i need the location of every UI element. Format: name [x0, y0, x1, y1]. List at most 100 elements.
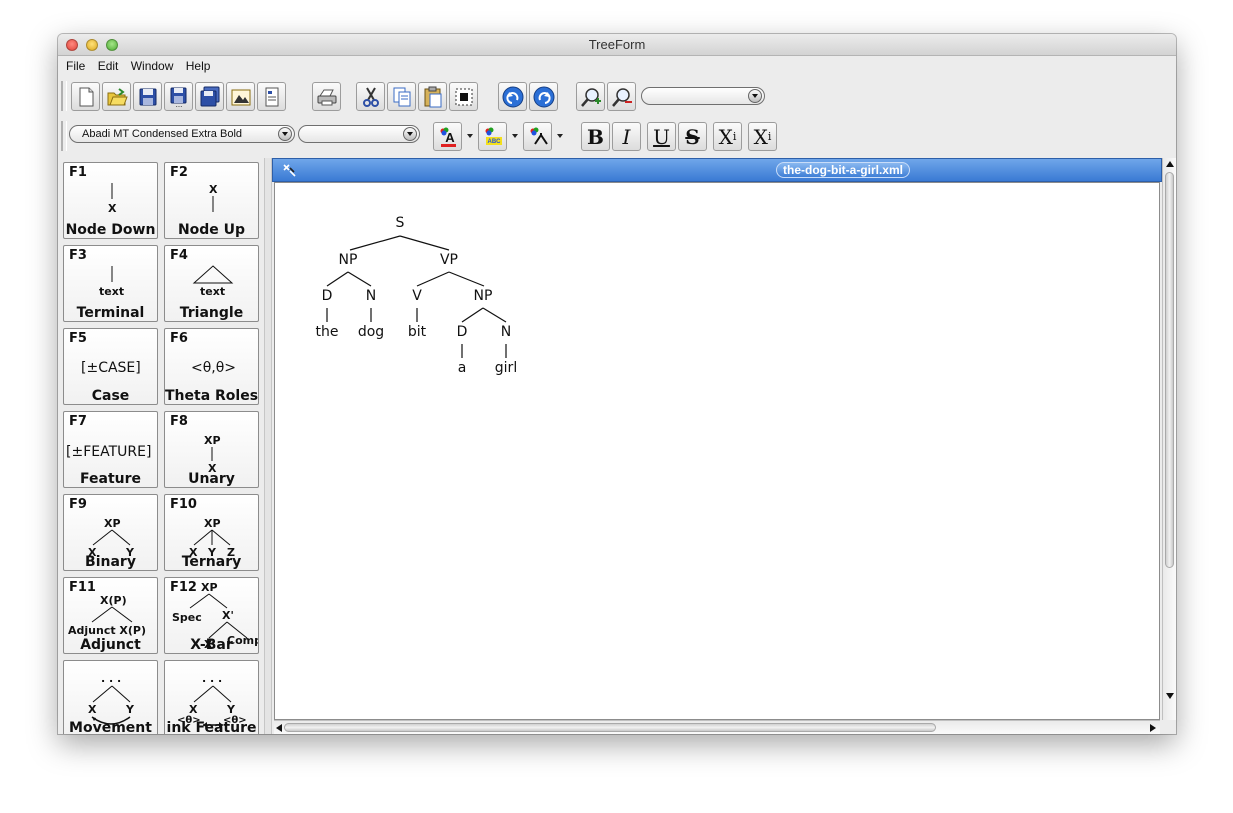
zoom-combo[interactable] — [641, 87, 765, 105]
save-button[interactable] — [133, 82, 162, 111]
select-button[interactable] — [449, 82, 478, 111]
palette-node-down[interactable]: F1 X Node Down — [63, 162, 158, 239]
svg-text:X: X — [108, 202, 117, 215]
node-d: D — [322, 288, 333, 304]
svg-text:Spec: Spec — [172, 611, 202, 624]
font-family-combo[interactable]: Abadi MT Condensed Extra Bold — [69, 125, 295, 143]
zoom-out-button[interactable] — [607, 82, 636, 111]
print-button[interactable] — [312, 82, 341, 111]
export-image-icon — [231, 89, 250, 105]
export-image-button[interactable] — [226, 82, 255, 111]
highlight-color-dropdown[interactable] — [511, 131, 519, 141]
strikethrough-button[interactable]: S — [678, 122, 707, 151]
tree-canvas[interactable]: S NP VP D N V NP the dog bit D N a girl — [274, 182, 1160, 720]
menu-file[interactable]: File — [66, 59, 85, 73]
zoom-in-button[interactable] — [576, 82, 605, 111]
zoom-in-icon — [580, 87, 601, 107]
scroll-up-icon[interactable] — [1166, 161, 1174, 167]
frame-menu-icon[interactable] — [281, 162, 297, 178]
minimize-window-button[interactable] — [86, 39, 98, 51]
palette-movement[interactable]: . . . X Y Movement — [63, 660, 158, 734]
save-all-button[interactable] — [195, 82, 224, 111]
menu-edit[interactable]: Edit — [98, 59, 119, 73]
copy-button[interactable] — [387, 82, 416, 111]
underline-button[interactable]: U — [647, 122, 676, 151]
menu-help[interactable]: Help — [186, 59, 211, 73]
font-size-combo[interactable] — [298, 125, 420, 143]
vertical-scrollbar[interactable] — [1162, 158, 1176, 720]
cut-button[interactable] — [356, 82, 385, 111]
branch-np-n2 — [482, 307, 507, 323]
leaf-a: a — [458, 360, 467, 376]
palette-triangle[interactable]: F4 text Triangle — [164, 245, 259, 322]
menu-window[interactable]: Window — [131, 59, 174, 73]
horizontal-scroll-thumb[interactable] — [284, 723, 936, 732]
font-color-dropdown[interactable] — [466, 131, 474, 141]
branch-np-d — [326, 271, 349, 287]
palette-case[interactable]: F5 [±CASE] Case — [63, 328, 158, 405]
new-file-icon — [79, 87, 93, 106]
save-all-icon — [200, 86, 219, 106]
toolbar-grip[interactable] — [61, 121, 67, 151]
italic-button[interactable]: I — [612, 122, 641, 151]
horizontal-scrollbar[interactable] — [274, 720, 1160, 734]
paste-button[interactable] — [418, 82, 447, 111]
subscript-button[interactable]: Xi — [713, 122, 742, 151]
app-window: TreeForm File Edit Window Help ... Abadi… — [58, 34, 1176, 734]
close-window-button[interactable] — [66, 39, 78, 51]
zoom-window-button[interactable] — [106, 39, 118, 51]
palette-link-feature[interactable]: . . . X Y <θ> <θ> ink Feature — [164, 660, 259, 734]
node-palette: F1 X Node Down F2 X Node Up F3 text Term… — [61, 158, 264, 734]
palette-label: Adjunct — [80, 637, 141, 653]
font-color-swatch — [440, 143, 456, 147]
font-color-button[interactable]: A — [433, 122, 462, 151]
redo-button[interactable] — [529, 82, 558, 111]
palette-adjunct[interactable]: F11 X(P) Adjunct X(P) Adjunct — [63, 577, 158, 654]
superscript-button[interactable]: Xi — [748, 122, 777, 151]
scroll-down-icon[interactable] — [1166, 693, 1174, 699]
font-family-value: Abadi MT Condensed Extra Bold — [82, 128, 242, 140]
scroll-right-icon[interactable] — [1150, 724, 1156, 732]
palette-label: Ternary — [181, 554, 242, 570]
vertical-scroll-thumb[interactable] — [1165, 172, 1174, 568]
scroll-left-icon[interactable] — [276, 724, 282, 732]
open-button[interactable] — [102, 82, 131, 111]
palette-x-bar[interactable]: F12 XP Spec X' X Comp X-Bar — [164, 577, 259, 654]
svg-text:. . .: . . . — [202, 672, 222, 685]
branch-np-n — [347, 271, 372, 287]
format-toolbar: Abadi MT Condensed Extra Bold A ABC B I … — [58, 118, 1176, 154]
palette-unary[interactable]: F8 XP X Unary — [164, 411, 259, 488]
highlight-color-button[interactable]: ABC — [478, 122, 507, 151]
svg-text:X: X — [88, 703, 97, 716]
node-n-object: N — [501, 324, 511, 340]
document-title-bar[interactable]: the-dog-bit-a-girl.xml — [272, 158, 1162, 182]
save-as-button[interactable]: ... — [164, 82, 193, 111]
toolbar-grip[interactable] — [61, 81, 67, 111]
undo-button[interactable] — [498, 82, 527, 111]
branch-vp-np — [448, 271, 485, 287]
svg-text:<θ,θ>: <θ,θ> — [191, 360, 236, 376]
split-pane-divider[interactable] — [264, 158, 272, 734]
properties-button[interactable] — [257, 82, 286, 111]
bold-button[interactable]: B — [581, 122, 610, 151]
palette-label: Node Down — [65, 222, 156, 238]
svg-text:[±FEATURE]: [±FEATURE] — [66, 444, 151, 460]
svg-text:Y: Y — [125, 703, 135, 716]
node-d-object: D — [457, 324, 468, 340]
chevron-down-icon — [278, 127, 292, 141]
svg-text:XP: XP — [204, 517, 221, 530]
palette-node-up[interactable]: F2 X Node Up — [164, 162, 259, 239]
svg-text:A: A — [445, 130, 455, 145]
line-color-dropdown[interactable] — [556, 131, 564, 141]
palette-label: Feature — [80, 471, 141, 487]
palette-ternary[interactable]: F10 XP X Y Z Ternary — [164, 494, 259, 571]
palette-binary[interactable]: F9 XP X Y Binary — [63, 494, 158, 571]
font-color-icon: A — [440, 127, 456, 147]
new-file-button[interactable] — [71, 82, 100, 111]
line-color-button[interactable] — [523, 122, 552, 151]
node-v: V — [412, 288, 422, 304]
palette-theta-roles[interactable]: F6 <θ,θ> Theta Roles — [164, 328, 259, 405]
palette-feature[interactable]: F7 [±FEATURE] Feature — [63, 411, 158, 488]
palette-terminal[interactable]: F3 text Terminal — [63, 245, 158, 322]
svg-text:X: X — [209, 183, 218, 196]
